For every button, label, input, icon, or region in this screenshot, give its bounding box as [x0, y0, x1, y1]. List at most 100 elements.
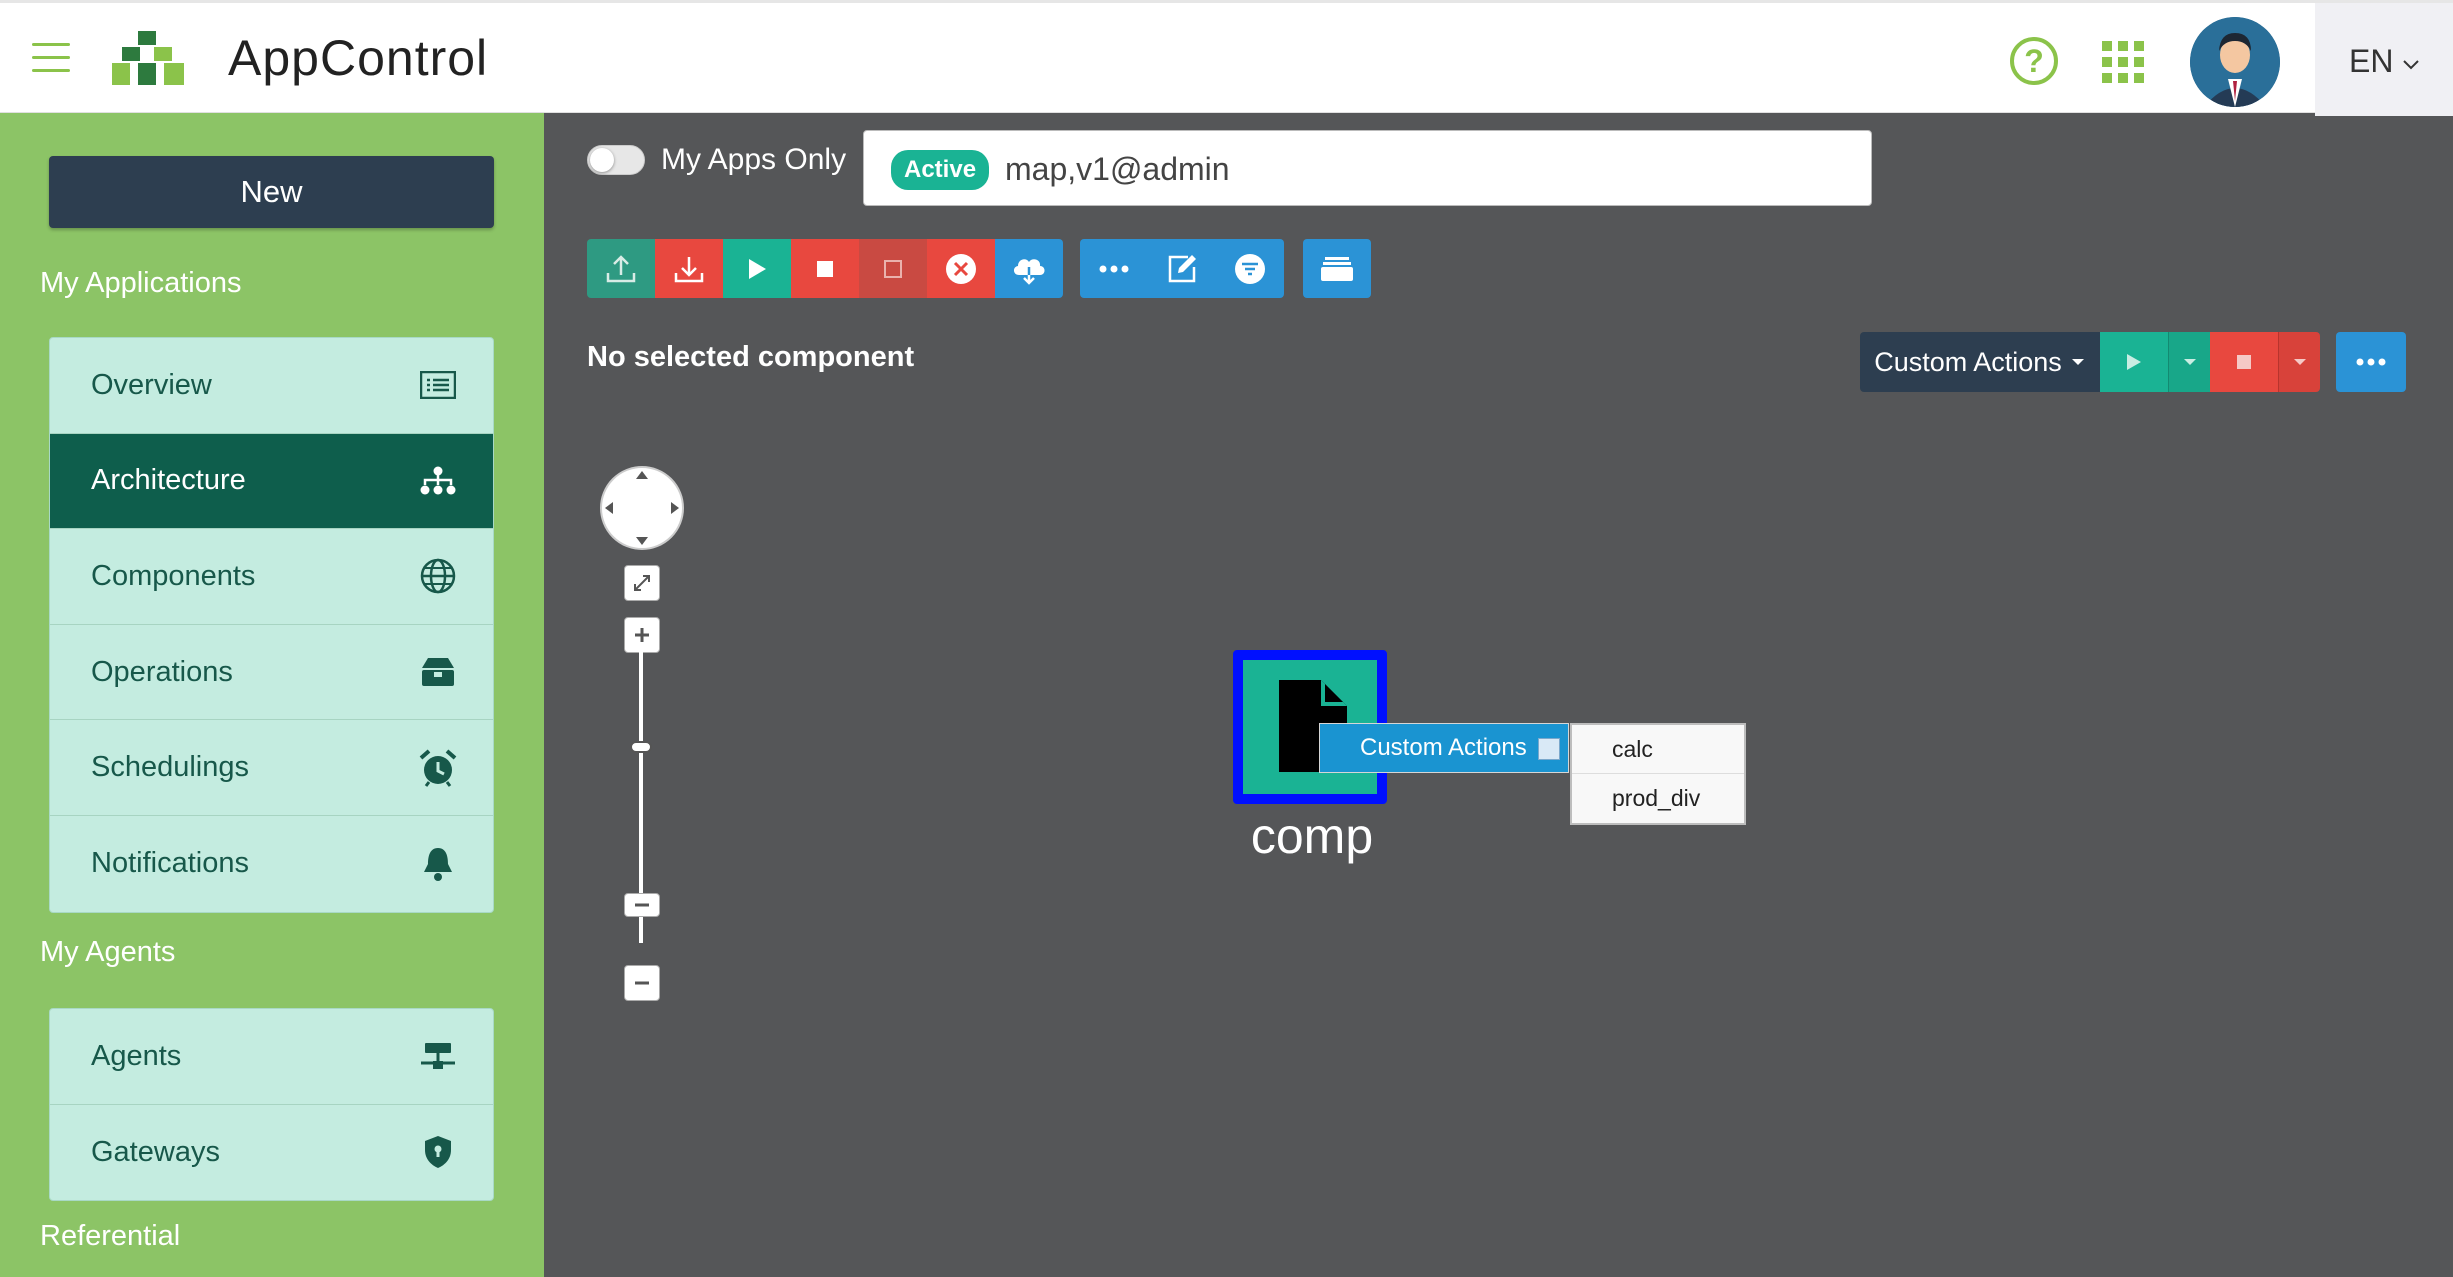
start-component-button[interactable] — [2100, 332, 2168, 392]
application-selector[interactable]: Active map,v1@admin — [863, 130, 1872, 206]
cloud-download-button[interactable] — [995, 239, 1063, 298]
sidebar-item-components[interactable]: Components — [50, 529, 493, 625]
edit-toolbar — [1080, 239, 1284, 298]
caret-down-icon — [2293, 359, 2306, 365]
edit-icon — [1168, 254, 1196, 282]
main-canvas: My Apps Only Active map,v1@admin No sele… — [544, 113, 2453, 1277]
bell-icon — [419, 845, 457, 883]
caret-down-icon — [2183, 359, 2196, 365]
abort-button[interactable] — [859, 239, 927, 298]
custom-action-prod-div[interactable]: prod_div — [1572, 774, 1744, 823]
sidebar-item-notifications[interactable]: Notifications — [50, 816, 493, 912]
zoom-slider-handle[interactable] — [630, 741, 652, 753]
play-icon — [749, 258, 766, 279]
sidebar-item-schedulings[interactable]: Schedulings — [50, 720, 493, 816]
alarm-clock-icon — [419, 749, 457, 787]
action-toolbar — [587, 239, 1063, 298]
agents-nav: Agents Gateways — [49, 1008, 494, 1202]
top-bar: AppControl ? EN — [0, 0, 2453, 116]
globe-icon — [419, 557, 457, 595]
folder-button[interactable] — [1303, 239, 1371, 298]
zoom-step-out-button[interactable] — [624, 893, 660, 917]
sidebar-item-label: Notifications — [91, 847, 249, 880]
sidebar-item-gateways[interactable]: Gateways — [50, 1105, 493, 1201]
sidebar-item-label: Components — [91, 559, 256, 592]
user-avatar[interactable] — [2190, 17, 2280, 107]
plus-icon — [635, 628, 649, 642]
sidebar-item-label: Gateways — [91, 1135, 220, 1168]
appcontrol-logo — [112, 31, 184, 85]
cancel-icon — [946, 253, 976, 284]
sitemap-icon — [419, 462, 457, 500]
language-label: EN — [2349, 43, 2394, 79]
start-options-dropdown[interactable] — [2168, 332, 2210, 392]
sidebar-item-label: Schedulings — [91, 751, 249, 784]
application-name: map,v1@admin — [1005, 151, 1230, 187]
shield-icon — [419, 1133, 457, 1171]
list-icon — [419, 366, 457, 404]
sidebar-item-label: Agents — [91, 1039, 182, 1072]
zoom-out-button[interactable] — [624, 965, 660, 1001]
sidebar-item-label: Overview — [91, 368, 212, 401]
context-menu-custom-actions[interactable]: Custom Actions — [1319, 723, 1569, 773]
download-button[interactable] — [655, 239, 723, 298]
upload-icon — [606, 254, 636, 282]
minus-icon — [635, 981, 649, 985]
submenu-arrow-icon — [1538, 738, 1560, 760]
expand-icon — [634, 575, 650, 591]
stop-button[interactable] — [791, 239, 859, 298]
folder-icon — [1321, 256, 1353, 281]
minus-icon — [635, 903, 649, 907]
upload-button[interactable] — [587, 239, 655, 298]
stop-icon — [817, 260, 833, 277]
sidebar-item-label: Architecture — [91, 464, 246, 497]
new-button[interactable]: New — [49, 156, 494, 228]
pan-control[interactable] — [600, 466, 684, 550]
selection-status: No selected component — [587, 341, 915, 373]
sidebar: New My Applications Overview Architectur… — [0, 113, 544, 1277]
status-badge: Active — [891, 150, 990, 190]
custom-actions-bar: Custom Actions — [1860, 332, 2406, 392]
network-icon — [419, 1037, 457, 1075]
sidebar-item-operations[interactable]: Operations — [50, 625, 493, 721]
stop-component-button[interactable] — [2210, 332, 2278, 392]
folder-toolbar — [1303, 239, 1371, 298]
context-menu-label: Custom Actions — [1360, 734, 1527, 761]
pan-arrows-icon — [605, 471, 679, 545]
start-button[interactable] — [723, 239, 791, 298]
play-icon — [2127, 354, 2141, 370]
stop-options-dropdown[interactable] — [2278, 332, 2320, 392]
custom-action-calc[interactable]: calc — [1572, 725, 1744, 774]
language-selector[interactable]: EN — [2315, 3, 2453, 116]
fit-view-button[interactable] — [624, 565, 660, 601]
app-title: AppControl — [228, 30, 489, 86]
edit-button[interactable] — [1148, 239, 1216, 298]
filter-button[interactable] — [1216, 239, 1284, 298]
my-apps-only-toggle[interactable] — [587, 145, 645, 175]
more-actions-button[interactable] — [2336, 332, 2406, 392]
custom-actions-label: Custom Actions — [1874, 346, 2062, 377]
custom-actions-dropdown[interactable]: Custom Actions — [1860, 332, 2100, 392]
hamburger-icon[interactable] — [32, 43, 70, 73]
chevron-down-icon — [2403, 59, 2420, 69]
toolbox-icon — [419, 653, 457, 691]
more-icon — [1099, 265, 1129, 272]
stop-icon — [2237, 355, 2251, 369]
help-icon[interactable]: ? — [2010, 37, 2058, 85]
filter-icon — [1235, 253, 1265, 284]
my-applications-title: My Applications — [40, 267, 242, 299]
my-apps-only-label: My Apps Only — [661, 143, 847, 176]
sidebar-item-agents[interactable]: Agents — [50, 1009, 493, 1105]
cloud-download-icon — [1013, 258, 1045, 285]
download-icon — [674, 256, 704, 282]
cancel-button[interactable] — [927, 239, 995, 298]
applications-nav: Overview Architecture Components Operati… — [49, 337, 494, 913]
more-button[interactable] — [1080, 239, 1148, 298]
sidebar-item-architecture[interactable]: Architecture — [50, 433, 493, 530]
sidebar-item-label: Operations — [91, 655, 233, 688]
more-icon — [2356, 358, 2386, 366]
sidebar-item-overview[interactable]: Overview — [50, 338, 493, 434]
apps-grid-icon[interactable] — [2102, 41, 2144, 83]
referential-title: Referential — [40, 1220, 181, 1252]
caret-down-icon — [2071, 359, 2084, 365]
